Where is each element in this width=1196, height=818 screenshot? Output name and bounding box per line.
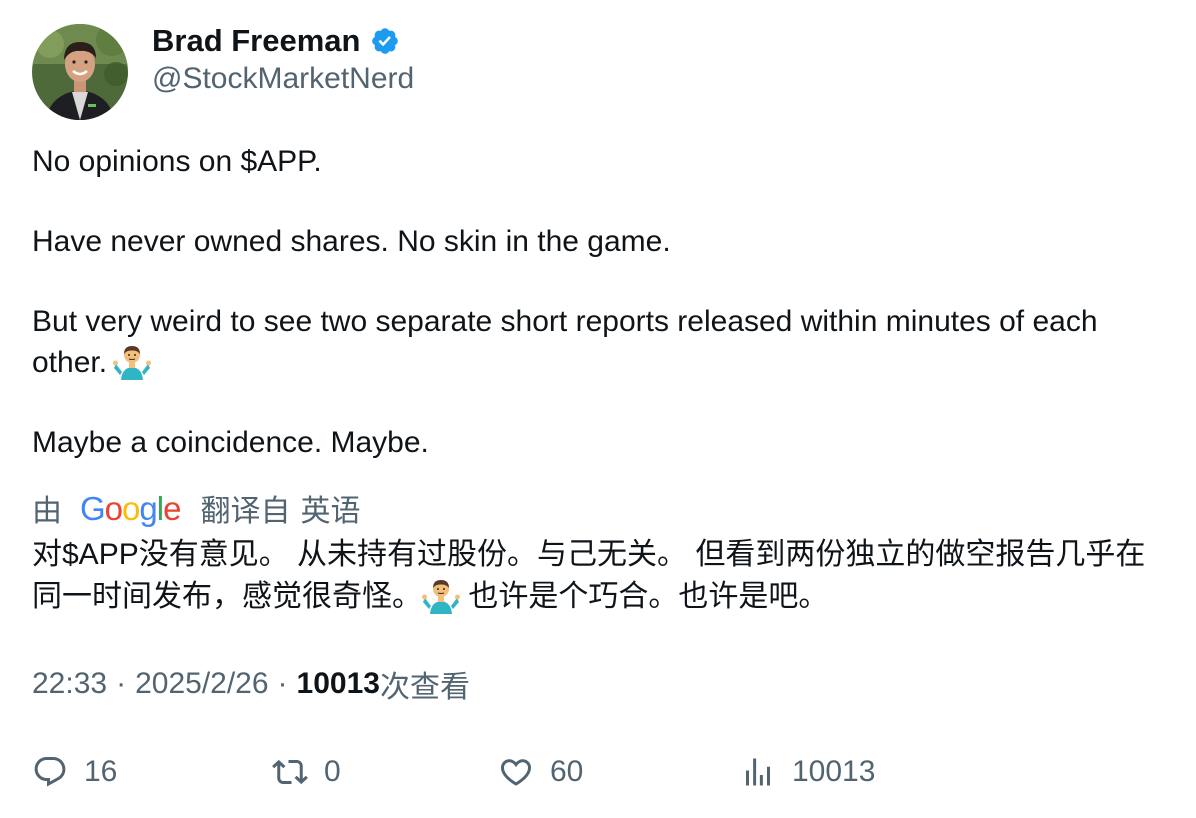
verified-badge-icon[interactable] — [370, 26, 400, 56]
tweet-paragraph: Have never owned shares. No skin in the … — [32, 225, 671, 258]
views-action-count: 10013 — [792, 755, 876, 788]
views-label: 次查看 — [379, 671, 470, 704]
tweet-actions: 16 0 60 10013 — [32, 750, 1172, 794]
reply-button[interactable]: 16 — [32, 750, 117, 794]
tweet-time[interactable]: 22:33 — [32, 667, 107, 701]
avatar-image — [32, 24, 128, 120]
person-shrugging-emoji-icon — [422, 576, 460, 614]
like-button[interactable]: 60 — [498, 750, 583, 794]
repost-count: 0 — [324, 755, 341, 788]
source-language: 英语 — [300, 495, 361, 528]
meta-separator: · — [277, 667, 288, 700]
tweet-paragraph: No opinions on $APP. — [32, 145, 322, 178]
translation-attribution: 由 Google 翻译自 英语 — [32, 488, 360, 528]
google-logo: Google — [80, 490, 181, 527]
comment-bubble-icon — [32, 754, 68, 790]
tweet-paragraph: But very weird to see two separate short… — [32, 302, 1172, 383]
like-count: 60 — [550, 755, 584, 788]
translated-from-label: 翻译自 — [200, 495, 291, 528]
tweet-meta: 22:33 · 2025/2/26 · 10013 次查看 — [32, 664, 470, 704]
tweet-date[interactable]: 2025/2/26 — [135, 667, 268, 701]
reply-count: 16 — [84, 755, 118, 788]
tweet-text: No opinions on $APP. Have never owned sh… — [32, 142, 1172, 503]
heart-icon — [498, 754, 534, 790]
author-display-name[interactable]: Brad Freeman — [152, 23, 360, 59]
bar-chart-icon — [740, 754, 776, 790]
translated-text-part: 也许是个巧合。也许是吧。 — [460, 580, 829, 613]
repost-arrows-icon — [272, 754, 308, 790]
views-count: 10013 — [296, 667, 380, 700]
tweet-paragraph-text: But very weird to see two separate short… — [32, 305, 1098, 379]
translated-from-link[interactable]: 翻译自 英语 — [200, 486, 360, 530]
author-name-row: Brad Freeman — [152, 20, 400, 62]
meta-separator: · — [116, 667, 127, 700]
translated-by-label: 由 — [32, 495, 62, 528]
repost-button[interactable]: 0 — [272, 750, 341, 794]
tweet-paragraph: Maybe a coincidence. Maybe. — [32, 426, 429, 459]
views-button[interactable]: 10013 — [740, 750, 875, 794]
tweet: Brad Freeman @StockMarketNerd No opinion… — [0, 0, 1196, 818]
author-handle[interactable]: @StockMarketNerd — [152, 62, 414, 96]
person-shrugging-emoji-icon — [113, 342, 152, 380]
author-avatar[interactable] — [32, 24, 128, 120]
translated-text: 对$APP没有意见。 从未持有过股份。与己无关。 但看到两份独立的做空报告几乎在… — [32, 534, 1172, 618]
